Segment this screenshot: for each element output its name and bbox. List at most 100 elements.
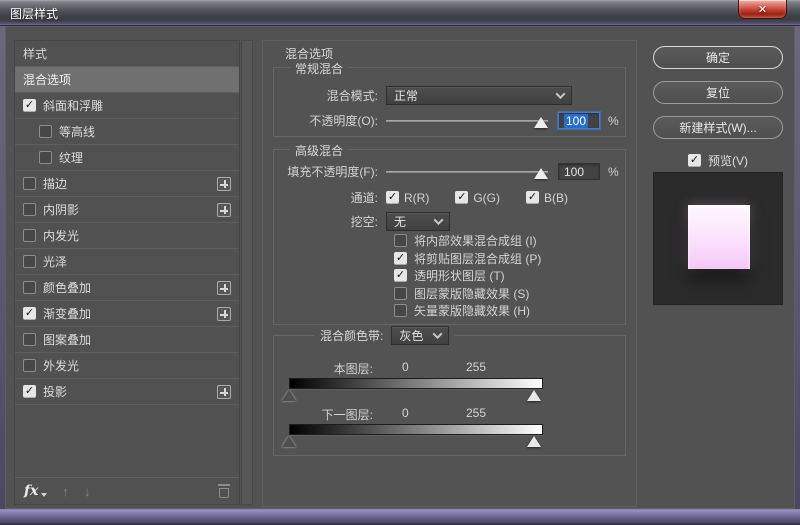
sidebar-scrollbar[interactable] [241,40,253,505]
advanced-option[interactable]: 将内部效果混合成组 (I) [394,234,541,248]
fx-menu-button[interactable]: fx [24,483,48,499]
underlying-layer-shadow-thumb[interactable] [282,436,296,447]
delete-effect-button[interactable] [218,484,230,498]
effect-checkbox-unchecked[interactable] [23,229,36,242]
ok-button[interactable]: 确定 [653,46,783,69]
this-layer-shadow-thumb[interactable] [282,390,296,401]
add-effect-icon[interactable] [217,202,231,217]
sidebar-effect-item[interactable]: 描边 [15,171,239,197]
fill-opacity-value-field[interactable]: 100 [558,163,600,180]
preview-toggle-row: ✓ 预览(V) [653,152,783,168]
slider-thumb-icon[interactable] [534,116,548,128]
sidebar-effect-item[interactable]: ✓ 投影 [15,379,239,405]
advanced-option[interactable]: 矢量蒙版隐藏效果 (H) [394,304,541,318]
knockout-dropdown[interactable]: 无 [386,212,450,231]
sidebar-effect-item[interactable]: ✓ 渐变叠加 [15,301,239,327]
effect-label: 外发光 [43,359,80,373]
window-title: 图层样式 [10,7,59,21]
effect-checkbox-unchecked[interactable] [23,255,36,268]
move-effect-down-button[interactable]: ↓ [84,485,91,498]
fill-opacity-slider[interactable] [386,165,548,179]
blend-mode-dropdown[interactable]: 正常 [386,86,572,105]
channel-checkbox-checked[interactable]: ✓ [455,191,469,204]
effect-checkbox-unchecked[interactable] [23,281,36,294]
close-button[interactable]: ✕ [738,0,787,19]
option-label: 将内部效果混合成组 (I) [414,234,537,248]
option-checkbox-unchecked[interactable] [394,234,407,247]
effect-checkbox-checked[interactable]: ✓ [23,307,36,320]
fx-icon: fx [24,483,39,499]
sidebar-effect-item[interactable]: 外发光 [15,353,239,379]
sidebar-item-blending-options[interactable]: 混合选项 [15,67,239,93]
sidebar-effect-item[interactable]: 光泽 [15,249,239,275]
channel-label: G(G) [473,190,500,205]
move-effect-up-button[interactable]: ↑ [62,485,69,498]
channel-toggle[interactable]: ✓ R(R) [386,191,429,205]
effect-checkbox-unchecked[interactable] [23,359,36,372]
effect-checkbox-unchecked[interactable] [23,177,36,190]
opacity-percent: % [608,113,619,128]
blend-mode-value: 正常 [394,89,419,103]
add-effect-icon[interactable] [217,176,231,191]
channel-toggle[interactable]: ✓ B(B) [526,191,568,205]
blend-if-channel-value: 灰色 [399,329,424,343]
arrow-up-icon: ↑ [62,483,69,499]
option-checkbox-checked[interactable]: ✓ [394,251,407,265]
general-blending-legend: 常规混合 [290,60,349,77]
sidebar-effect-item[interactable]: ✓ 斜面和浮雕 [15,93,239,119]
effect-checkbox-unchecked[interactable] [39,125,52,138]
sidebar-effect-item[interactable]: 内发光 [15,223,239,249]
layer-style-dialog: 图层样式 ✕ 样式 混合选项 ✓ 斜面和浮雕 等高线 纹理 描边 内阴影 内发光… [0,0,800,525]
effect-checkbox-checked[interactable]: ✓ [23,99,36,112]
effect-checkbox-unchecked[interactable] [23,203,36,216]
effect-checkbox-unchecked[interactable] [23,333,36,346]
blend-mode-row: 混合模式: 正常 [274,86,625,105]
sidebar-effect-item[interactable]: 等高线 [15,119,239,145]
underlying-layer-gradient-bar [289,424,543,435]
reset-button[interactable]: 复位 [653,81,783,104]
fill-opacity-label: 填充不透明度(F): [287,165,378,179]
sidebar-effect-list: ✓ 斜面和浮雕 等高线 纹理 描边 内阴影 内发光 光泽 颜色叠加 ✓ 渐变叠加… [15,93,239,405]
this-layer-max: 255 [466,360,487,374]
option-checkbox-unchecked[interactable] [394,304,407,317]
option-checkbox-unchecked[interactable] [394,286,407,300]
chevron-down-icon [432,329,443,340]
sidebar-effect-item[interactable]: 颜色叠加 [15,275,239,301]
effect-label: 颜色叠加 [43,281,92,295]
chevron-down-icon [555,89,566,100]
opacity-slider[interactable] [386,114,548,128]
this-layer-gradient-bar [289,378,543,389]
add-effect-icon[interactable] [217,306,231,321]
slider-thumb-icon[interactable] [534,167,548,179]
underlying-layer-highlight-thumb[interactable] [527,436,541,447]
channel-checkbox-checked[interactable]: ✓ [526,191,539,204]
advanced-option[interactable]: ✓ 透明形状图层 (T) [394,269,541,283]
channel-label: R(R) [404,190,430,205]
preview-checkbox[interactable]: ✓ [688,153,701,167]
option-label: 矢量蒙版隐藏效果 (H) [414,304,530,318]
effect-checkbox-unchecked[interactable] [39,151,52,164]
add-effect-icon[interactable] [217,384,231,399]
advanced-option[interactable]: 图层蒙版隐藏效果 (S) [394,286,541,301]
preview-label: 预览(V) [708,153,748,168]
effect-label: 光泽 [43,255,68,269]
new-style-button[interactable]: 新建样式(W)... [653,116,783,139]
this-layer-highlight-thumb[interactable] [527,390,541,401]
knockout-label: 挖空: [350,215,378,229]
blend-if-channel-dropdown[interactable]: 灰色 [391,326,450,345]
opacity-value-field[interactable]: 100 [558,112,600,129]
fill-opacity-row: 填充不透明度(F): 100 % [274,163,625,180]
sidebar-effect-item[interactable]: 纹理 [15,145,239,171]
channel-checkbox-checked[interactable]: ✓ [386,191,399,204]
option-label: 透明形状图层 (T) [414,269,505,283]
add-effect-icon[interactable] [217,280,231,295]
advanced-option[interactable]: ✓ 将剪贴图层混合成组 (P) [394,251,541,266]
sidebar-effect-item[interactable]: 内阴影 [15,197,239,223]
sidebar-effect-item[interactable]: 图案叠加 [15,327,239,353]
fill-opacity-percent: % [608,164,619,179]
channel-checkboxes: ✓ R(R) ✓ G(G) ✓ B(B) [386,191,594,205]
effect-checkbox-checked[interactable]: ✓ [23,385,36,398]
option-checkbox-checked[interactable]: ✓ [394,269,407,282]
underlying-layer-min: 0 [402,406,409,420]
channel-toggle[interactable]: ✓ G(G) [455,191,500,205]
